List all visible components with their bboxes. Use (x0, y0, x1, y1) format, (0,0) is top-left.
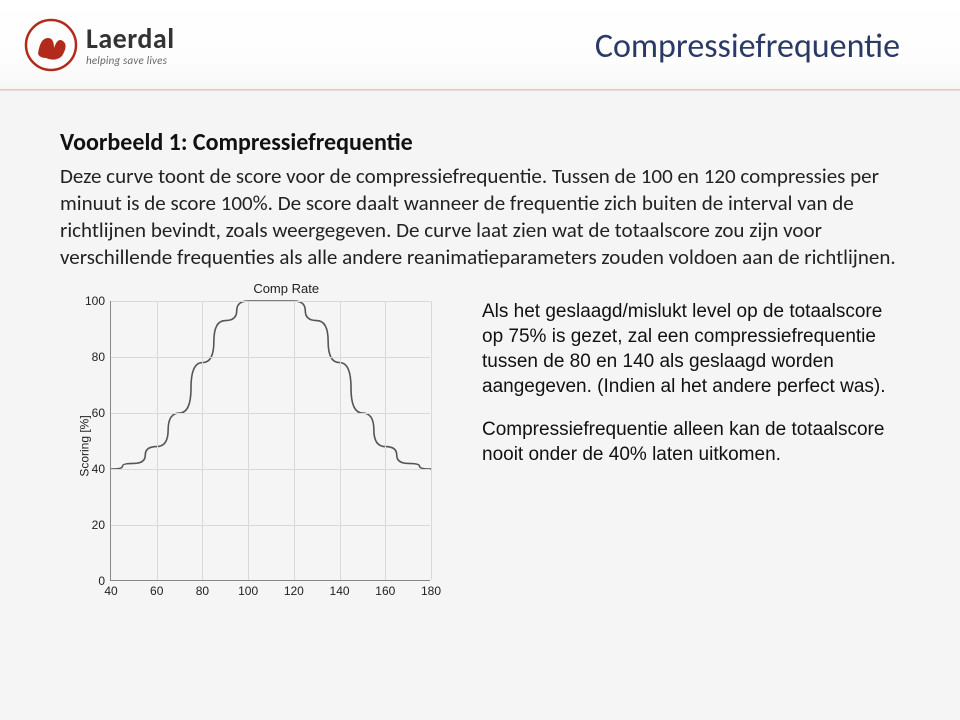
example-subtitle: Voorbeeld 1: Compressiefrequentie (60, 128, 900, 157)
chart-curve (111, 301, 431, 581)
logo-icon (24, 18, 78, 72)
chart-gridline-h (111, 301, 430, 302)
chart-gridline-v (385, 301, 386, 580)
chart-y-tick: 40 (92, 462, 105, 476)
chart-x-tick: 60 (150, 584, 163, 598)
side-note-2: Compressiefrequentie alleen kan de totaa… (482, 417, 900, 467)
main-content: Voorbeeld 1: Compressiefrequentie Deze c… (0, 90, 960, 611)
chart-y-tick: 100 (85, 294, 105, 308)
logo-tagline: helping save lives (86, 55, 175, 66)
brand-logo: Laerdal helping save lives (24, 18, 175, 72)
chart-x-tick: 140 (330, 584, 350, 598)
chart-gridline-v (294, 301, 295, 580)
chart-x-tick: 100 (238, 584, 258, 598)
chart-plot-area: 020406080100406080100120140160180 (110, 301, 430, 581)
page-title: Compressiefrequentie (595, 26, 900, 67)
chart-gridline-h (111, 525, 430, 526)
chart-y-tick: 80 (92, 350, 105, 364)
logo-word: Laerdal (86, 25, 175, 53)
chart-y-tick: 60 (92, 406, 105, 420)
chart-gridline-v (202, 301, 203, 580)
chart-gridline-h (111, 357, 430, 358)
chart-gridline-v (157, 301, 158, 580)
side-notes: Als het geslaagd/mislukt level op de tot… (482, 281, 900, 467)
chart-x-tick: 120 (284, 584, 304, 598)
intro-paragraph: Deze curve toont de score voor de compre… (60, 163, 900, 271)
chart-title: Comp Rate (253, 281, 319, 296)
side-note-1: Als het geslaagd/mislukt level op de tot… (482, 299, 900, 399)
chart-x-tick: 180 (421, 584, 441, 598)
chart-x-tick: 40 (104, 584, 117, 598)
chart-x-tick: 160 (375, 584, 395, 598)
chart-gridline-v (431, 301, 432, 580)
chart-y-tick: 20 (92, 518, 105, 532)
chart-x-tick: 80 (196, 584, 209, 598)
header: Laerdal helping save lives Compressiefre… (0, 0, 960, 90)
chart-y-axis-label: Scoring [%] (78, 415, 92, 476)
chart-gridline-h (111, 413, 430, 414)
comp-rate-chart: Comp Rate Scoring [%] 020406080100406080… (60, 281, 450, 611)
chart-gridline-v (248, 301, 249, 580)
chart-gridline-v (340, 301, 341, 580)
chart-gridline-h (111, 469, 430, 470)
